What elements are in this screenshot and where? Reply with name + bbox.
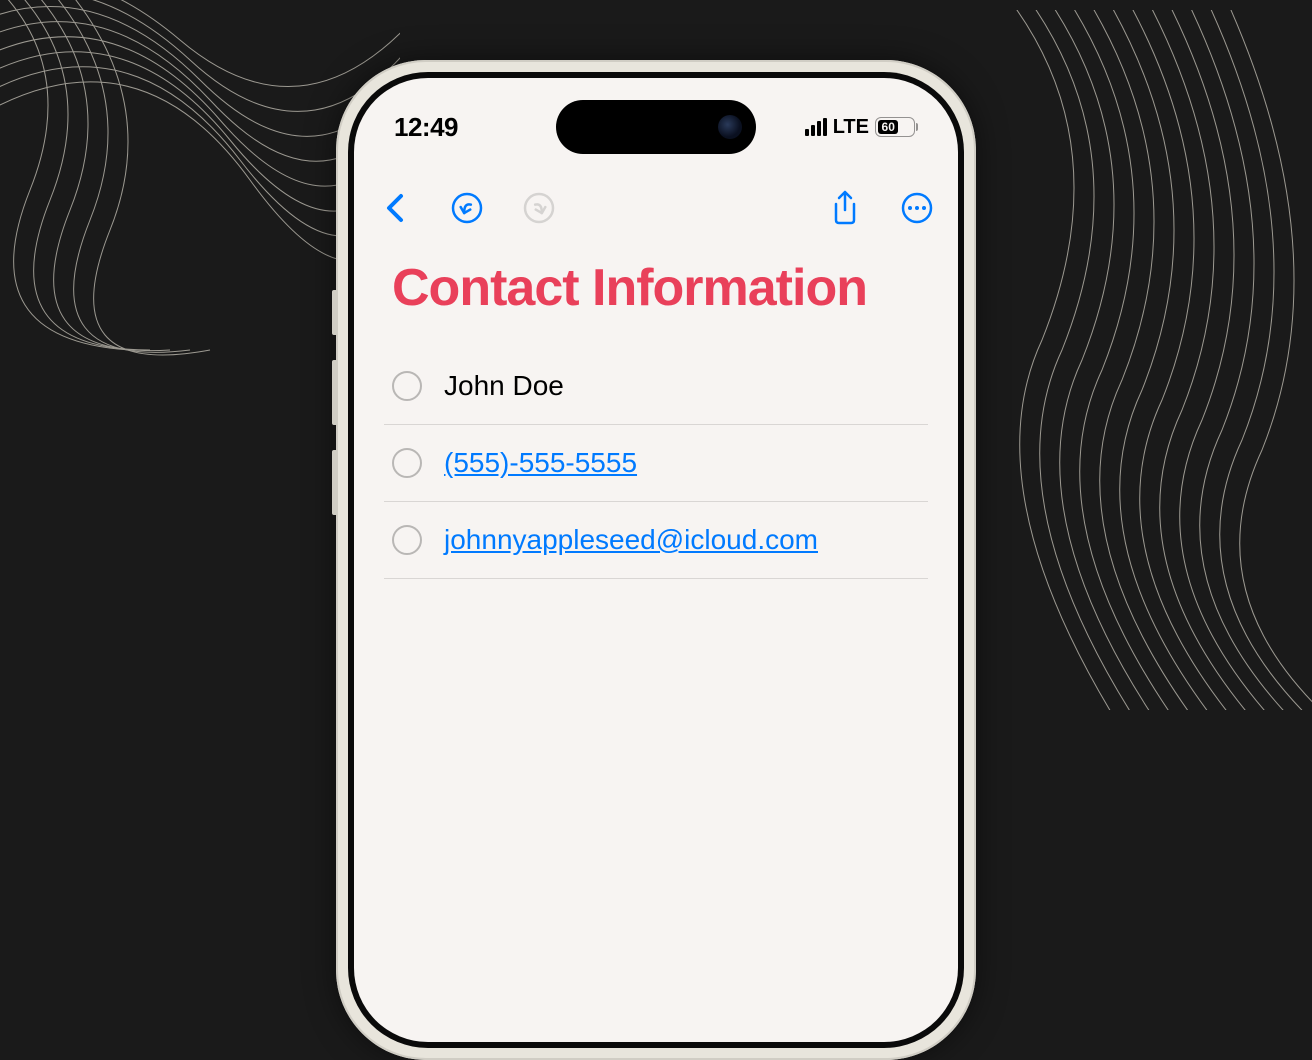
phone-link[interactable]: (555)-555-5555: [444, 447, 637, 479]
phone-screen: 12:49 LTE 60: [354, 78, 958, 1042]
front-camera: [718, 115, 742, 139]
battery-indicator: 60: [875, 117, 918, 137]
checklist-item-text: John Doe: [444, 370, 564, 402]
checkbox-icon[interactable]: [392, 371, 422, 401]
redo-button[interactable]: [522, 191, 556, 225]
notes-toolbar: [354, 178, 958, 238]
network-type: LTE: [833, 116, 869, 139]
checkbox-icon[interactable]: [392, 448, 422, 478]
email-link[interactable]: johnnyappleseed@icloud.com: [444, 524, 818, 556]
background-decoration-right: [962, 10, 1312, 710]
status-time: 12:49: [394, 112, 458, 143]
back-button[interactable]: [378, 191, 412, 225]
cellular-signal-icon: [805, 118, 827, 136]
undo-button[interactable]: [450, 191, 484, 225]
checkbox-icon[interactable]: [392, 525, 422, 555]
checklist-item[interactable]: johnnyappleseed@icloud.com: [384, 502, 928, 579]
iphone-mockup: 12:49 LTE 60: [336, 60, 976, 1060]
dynamic-island: [556, 100, 756, 154]
checklist-item[interactable]: John Doe: [384, 348, 928, 425]
share-button[interactable]: [828, 191, 862, 225]
note-title: Contact Information: [392, 258, 928, 318]
more-options-button[interactable]: [900, 191, 934, 225]
note-content[interactable]: Contact Information John Doe (555)-555-5…: [354, 258, 958, 579]
battery-percent: 60: [878, 120, 898, 134]
checklist-item[interactable]: (555)-555-5555: [384, 425, 928, 502]
